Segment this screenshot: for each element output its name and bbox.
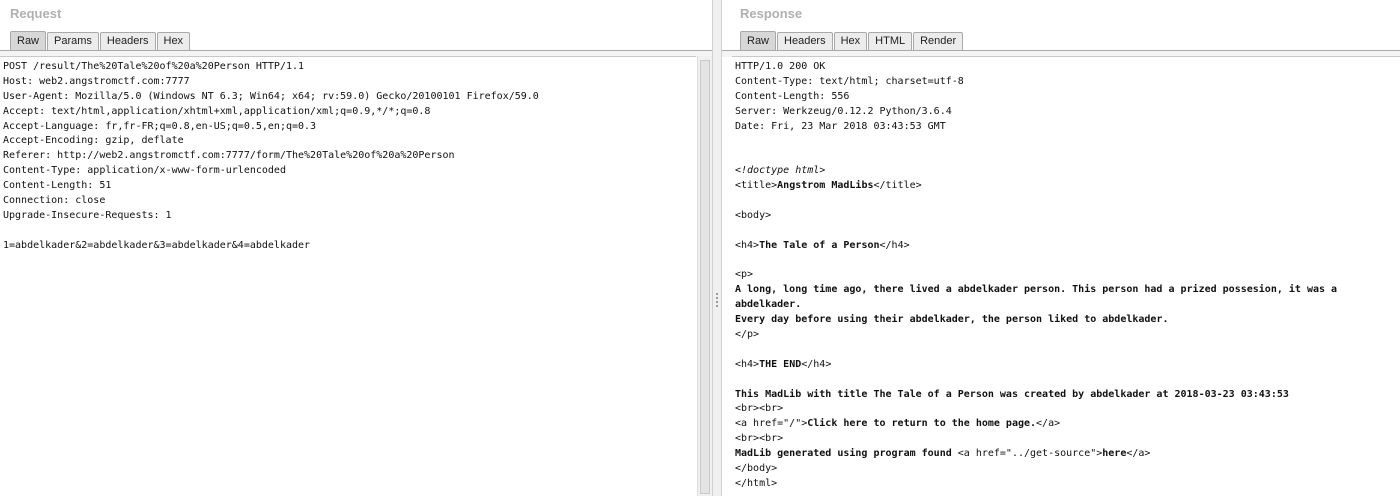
response-text-markup: </h4> <box>801 358 832 370</box>
response-line: <p> <box>735 268 1400 283</box>
request-line: Accept: text/html,application/xhtml+xml,… <box>3 105 431 117</box>
response-line: <body> <box>735 209 1400 224</box>
request-line: Content-Type: application/x-www-form-url… <box>3 165 286 177</box>
response-line: </body> <box>735 462 1400 477</box>
response-line: </p> <box>735 328 1400 343</box>
response-line: <br><br> <box>735 402 1400 417</box>
response-title: Response <box>740 6 803 21</box>
request-line: Accept-Language: fr,fr-FR;q=0.8,en-US;q=… <box>3 120 317 132</box>
response-line: A long, long time ago, there lived a abd… <box>735 283 1400 298</box>
response-line: </html> <box>735 477 1400 492</box>
request-scrollbar[interactable] <box>697 56 712 496</box>
response-text-markup: <body> <box>735 209 772 221</box>
response-text-markup: <h4> <box>735 239 760 251</box>
response-line: Content-Type: text/html; charset=utf-8 <box>735 75 1400 90</box>
request-line: Content-Length: 51 <box>3 180 112 192</box>
response-text-markup: <a href="../get-source"> <box>957 448 1103 460</box>
response-text-bold: The Tale of a Person <box>759 239 880 251</box>
response-text-italic: <!doctype html> <box>735 165 826 177</box>
response-text-markup: HTTP/1.0 200 OK <box>735 61 826 72</box>
request-tab-params[interactable]: Params <box>47 32 99 50</box>
response-line: <br><br> <box>735 432 1400 447</box>
response-text-markup: <a href="/"> <box>735 418 808 430</box>
request-text[interactable]: POST /result/The%20Tale%20of%20a%20Perso… <box>0 57 696 254</box>
response-editor[interactable]: HTTP/1.0 200 OK Content-Type: text/html; … <box>732 56 1400 496</box>
response-line: <!doctype html> <box>735 164 1400 179</box>
response-line: <a href="/">Click here to return to the … <box>735 417 1400 432</box>
response-tab-raw[interactable]: Raw <box>740 31 777 50</box>
splitter-grip-icon <box>716 291 719 309</box>
pane-splitter[interactable] <box>712 0 722 496</box>
response-tab-hex[interactable]: Hex <box>833 32 868 50</box>
response-line: HTTP/1.0 200 OK <box>735 60 1400 75</box>
request-line: Host: web2.angstromctf.com:7777 <box>3 75 190 87</box>
request-tab-headers[interactable]: Headers <box>99 32 156 50</box>
response-line <box>735 134 1400 149</box>
response-line: abdelkader. <box>735 298 1400 313</box>
response-text-markup: <h4> <box>735 358 760 370</box>
response-line: <title>Angstrom MadLibs</title> <box>735 179 1400 194</box>
response-tabs: Raw Headers Hex HTML Render <box>740 31 964 50</box>
response-text[interactable]: HTTP/1.0 200 OK Content-Type: text/html; … <box>732 57 1400 492</box>
response-text-bold: Click here to return to the home page. <box>807 418 1037 430</box>
response-pane: Response Raw Headers Hex HTML Render HTTP/1.… <box>722 0 1400 496</box>
response-text-markup: Content-Length: 556 <box>735 90 850 102</box>
response-text-markup: <title> <box>735 180 778 192</box>
response-line <box>735 343 1400 358</box>
request-tabs: Raw Params Headers Hex <box>10 31 191 50</box>
response-line: Date: Fri, 23 Mar 2018 03:43:53 GMT <box>735 120 1400 135</box>
request-line: POST /result/The%20Tale%20of%20a%20Perso… <box>3 61 305 72</box>
response-text-markup: Content-Type: text/html; charset=utf-8 <box>735 75 964 87</box>
response-line: Content-Length: 556 <box>735 90 1400 105</box>
response-line: <h4>The Tale of a Person</h4> <box>735 239 1400 254</box>
response-line: This MadLib with title The Tale of a Per… <box>735 388 1400 403</box>
response-line <box>735 224 1400 239</box>
response-text-markup: <br><br> <box>735 403 784 415</box>
response-text-bold: THE END <box>759 358 802 370</box>
response-text-markup: </title> <box>873 180 922 192</box>
response-text-bold: Every day before using their abdelkader,… <box>735 314 1169 326</box>
response-text-markup: </html> <box>735 477 778 489</box>
response-tab-render[interactable]: Render <box>913 32 964 50</box>
request-line: Referer: http://web2.angstromctf.com:777… <box>3 150 455 162</box>
response-line <box>735 149 1400 164</box>
response-text-markup: Server: Werkzeug/0.12.2 Python/3.6.4 <box>735 105 952 117</box>
response-line <box>735 254 1400 269</box>
response-text-bold: abdelkader. <box>735 299 802 311</box>
response-text-markup: </a> <box>1126 448 1151 460</box>
request-pane: Request Raw Params Headers Hex POST /result… <box>0 0 712 496</box>
response-line <box>735 373 1400 388</box>
response-text-markup: <p> <box>735 269 754 281</box>
response-tab-html[interactable]: HTML <box>868 32 913 50</box>
request-tab-raw[interactable]: Raw <box>10 31 47 50</box>
response-line <box>735 194 1400 209</box>
response-line: Server: Werkzeug/0.12.2 Python/3.6.4 <box>735 105 1400 120</box>
response-text-bold: This MadLib with title The Tale of a Per… <box>735 388 1289 400</box>
response-text-bold: here <box>1102 448 1127 460</box>
request-tab-hex[interactable]: Hex <box>156 32 191 50</box>
response-text-markup: Date: Fri, 23 Mar 2018 03:43:53 GMT <box>735 120 946 132</box>
response-text-markup: </body> <box>735 463 778 475</box>
response-line: Every day before using their abdelkader,… <box>735 313 1400 328</box>
response-text-bold: Angstrom MadLibs <box>777 180 874 192</box>
request-line: Accept-Encoding: gzip, deflate <box>3 135 184 147</box>
response-text-bold: A long, long time ago, there lived a abd… <box>735 284 1338 296</box>
response-tab-headers[interactable]: Headers <box>777 32 833 50</box>
response-text-markup: </h4> <box>879 239 910 251</box>
request-title: Request <box>10 6 62 21</box>
request-line: Connection: close <box>3 195 106 207</box>
response-text-markup: </p> <box>735 329 760 341</box>
request-scrollbar-thumb[interactable] <box>700 60 710 494</box>
request-line: User-Agent: Mozilla/5.0 (Windows NT 6.3;… <box>3 90 539 102</box>
request-line: Upgrade-Insecure-Requests: 1 <box>3 209 172 221</box>
response-line: MadLib generated using program found <a … <box>735 447 1400 462</box>
request-line <box>3 224 696 239</box>
request-editor[interactable]: POST /result/The%20Tale%20of%20a%20Perso… <box>0 56 696 496</box>
request-line: 1=abdelkader&2=abdelkader&3=abdelkader&4… <box>3 239 311 251</box>
response-text-markup: </a> <box>1036 418 1061 430</box>
response-text-markup: <br><br> <box>735 433 784 445</box>
response-line: <h4>THE END</h4> <box>735 358 1400 373</box>
response-text-bold: MadLib generated using program found <box>735 448 958 460</box>
